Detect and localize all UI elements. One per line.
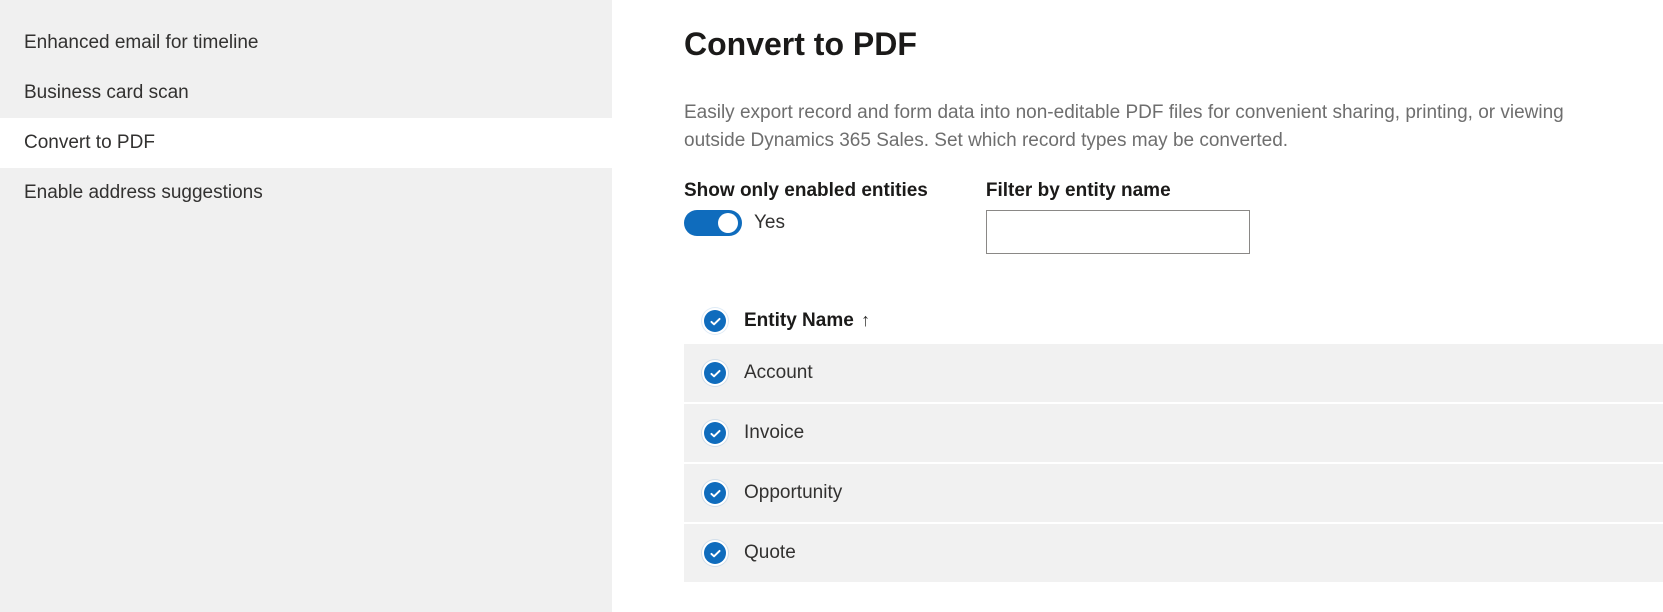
sidebar-item-enable-address-suggestions[interactable]: Enable address suggestions — [0, 168, 612, 218]
toggle-group: Show only enabled entities Yes — [684, 180, 928, 254]
row-check-icon[interactable] — [704, 542, 726, 564]
show-enabled-toggle[interactable] — [684, 210, 742, 236]
entity-name-cell: Quote — [744, 542, 796, 564]
page-description: Easily export record and form data into … — [684, 99, 1584, 154]
toggle-label: Show only enabled entities — [684, 180, 928, 202]
sidebar-item-label: Business card scan — [24, 82, 189, 103]
table-row[interactable]: Opportunity — [684, 464, 1663, 524]
filter-label: Filter by entity name — [986, 180, 1250, 202]
sidebar-item-label: Enable address suggestions — [24, 182, 263, 203]
main-content: Convert to PDF Easily export record and … — [612, 0, 1663, 612]
toggle-knob-icon — [718, 213, 738, 233]
column-header-text: Entity Name — [744, 310, 854, 331]
sidebar-item-business-card-scan[interactable]: Business card scan — [0, 68, 612, 118]
entity-table: Entity Name ↑ Account Invoice — [684, 298, 1663, 584]
entity-name-cell: Opportunity — [744, 482, 842, 504]
entity-name-cell: Invoice — [744, 422, 804, 444]
entity-name-cell: Account — [744, 362, 813, 384]
row-check-icon[interactable] — [704, 422, 726, 444]
select-all-check-icon[interactable] — [704, 310, 726, 332]
sidebar-item-enhanced-email[interactable]: Enhanced email for timeline — [0, 18, 612, 68]
sidebar-item-label: Enhanced email for timeline — [24, 32, 258, 53]
sidebar-item-convert-to-pdf[interactable]: Convert to PDF — [0, 118, 612, 168]
table-row[interactable]: Invoice — [684, 404, 1663, 464]
toggle-state-text: Yes — [754, 212, 785, 234]
toggle-row: Yes — [684, 210, 928, 236]
filter-entity-input[interactable] — [986, 210, 1250, 254]
row-check-icon[interactable] — [704, 362, 726, 384]
table-row[interactable]: Quote — [684, 524, 1663, 584]
table-row[interactable]: Account — [684, 344, 1663, 404]
sort-ascending-icon: ↑ — [861, 310, 870, 330]
controls-row: Show only enabled entities Yes Filter by… — [684, 180, 1663, 254]
settings-sidebar: Enhanced email for timeline Business car… — [0, 0, 612, 612]
filter-group: Filter by entity name — [986, 180, 1250, 254]
sidebar-item-label: Convert to PDF — [24, 132, 155, 153]
column-header-entity-name[interactable]: Entity Name ↑ — [744, 310, 870, 332]
row-check-icon[interactable] — [704, 482, 726, 504]
table-header-row[interactable]: Entity Name ↑ — [684, 298, 1663, 344]
page-title: Convert to PDF — [684, 26, 1663, 63]
